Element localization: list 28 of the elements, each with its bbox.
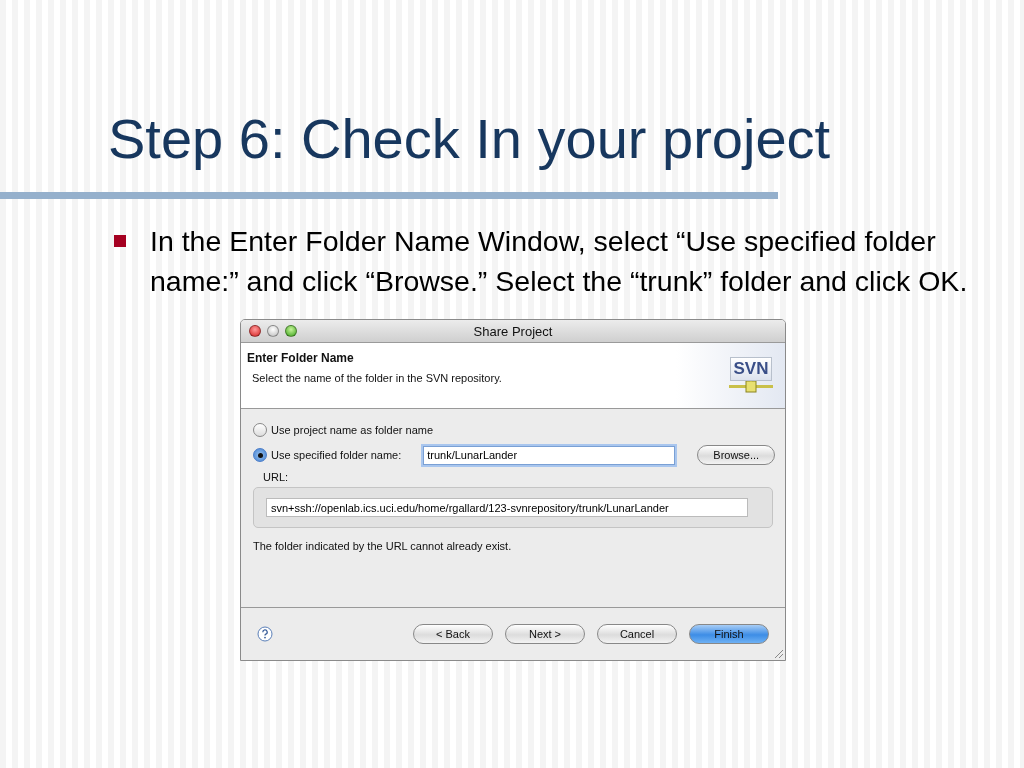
window-title: Share Project	[473, 323, 553, 339]
bullet-text: In the Enter Folder Name Window, select “Use specified folder name:” and click “Browse.” Select the “trunk” folder and click OK.	[150, 224, 969, 299]
help-icon[interactable]	[257, 626, 273, 642]
option-label: Use project name as folder name	[271, 424, 434, 436]
zoom-button[interactable]	[285, 325, 297, 337]
bullet-icon	[114, 235, 126, 247]
radio-icon[interactable]	[253, 423, 267, 437]
dialog-button[interactable]: < Back	[413, 624, 493, 644]
radio-option[interactable]: Use project name as folder name	[253, 423, 434, 437]
dialog-button[interactable]: Cancel	[597, 624, 677, 644]
dialog-button[interactable]: Finish	[689, 624, 769, 644]
close-button[interactable]	[249, 325, 261, 337]
header-title: Enter Folder Name	[247, 351, 355, 365]
note-text: The folder indicated by the URL cannot already exist.	[253, 540, 513, 552]
header-description: Select the name of the folder in the SVN repository.	[252, 372, 502, 384]
radio-option[interactable]: Use specified folder name:	[253, 448, 402, 462]
folder-name-field[interactable]: trunk/LunarLander	[423, 445, 676, 465]
dialog-button[interactable]: Next >	[505, 624, 585, 644]
url-label: URL:	[263, 471, 290, 483]
connector-icon	[729, 381, 773, 393]
url-field[interactable]: svn+ssh://openlab.ics.uci.edu/home/rgallard/123-svnrepository/trunk/LunarLander	[266, 498, 748, 517]
radio-icon[interactable]	[253, 448, 267, 462]
svn-logo: SVN	[729, 357, 773, 381]
slide-title: Step 6: Check In your project	[108, 106, 831, 172]
browse-button[interactable]: Browse...	[697, 445, 776, 465]
minimize-button[interactable]	[267, 325, 279, 337]
resize-grip-icon[interactable]	[772, 647, 784, 659]
option-label: Use specified folder name:	[271, 449, 402, 461]
